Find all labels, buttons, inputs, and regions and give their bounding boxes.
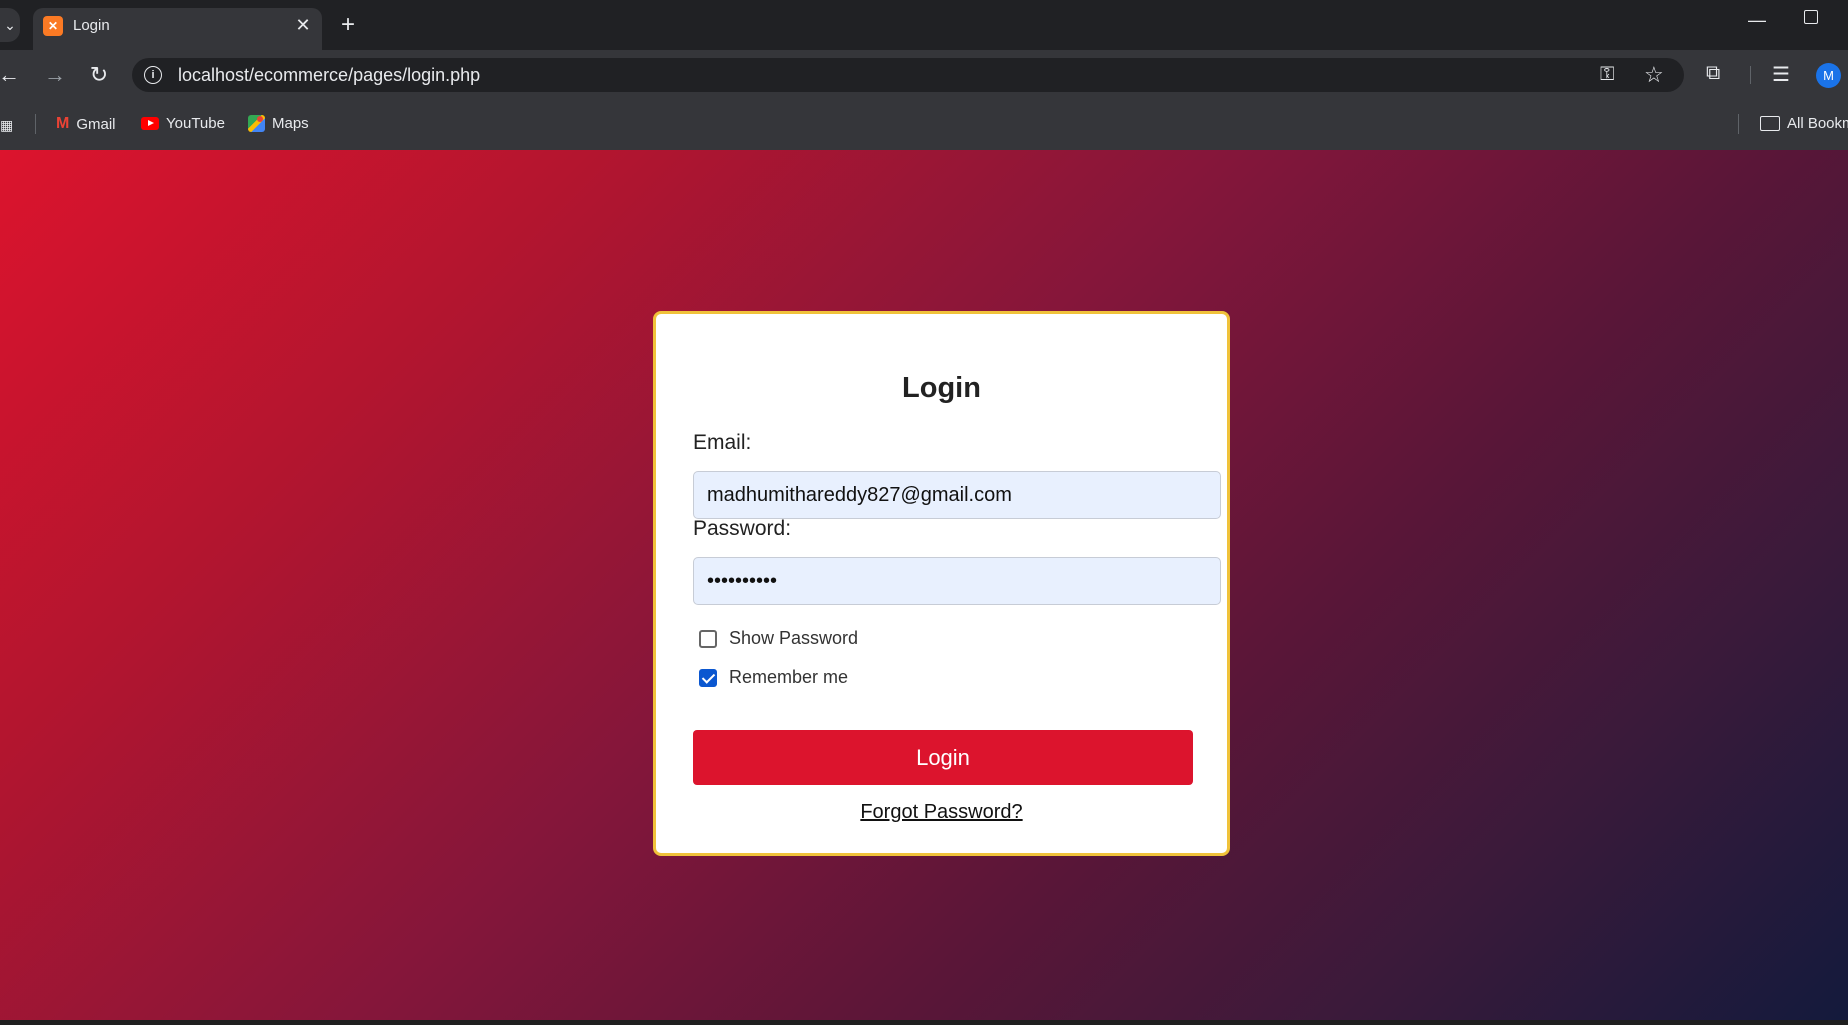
chevron-down-icon: ⌄	[4, 16, 16, 33]
remember-me-checkbox[interactable]	[699, 668, 717, 687]
avatar[interactable]: M	[1816, 63, 1841, 88]
bookmark-label: YouTube	[166, 115, 225, 132]
show-password-label: Show Password	[729, 628, 859, 648]
remember-me-row[interactable]: Remember me	[699, 667, 848, 688]
all-bookmarks-label: All Bookm	[1787, 115, 1848, 132]
address-bar[interactable]: i localhost/ecommerce/pages/login.php ⚿ …	[132, 58, 1684, 92]
xampp-favicon-icon: ✕	[43, 16, 63, 36]
new-tab-button[interactable]: +	[335, 12, 361, 38]
page-title: Login	[902, 372, 981, 404]
show-password-row[interactable]: Show Password	[699, 628, 858, 649]
browser-toolbar: ← → ↻ i localhost/ecommerce/pages/login.…	[0, 50, 1848, 100]
password-field[interactable]	[693, 557, 1221, 605]
forgot-password-link[interactable]: Forgot Password?	[656, 801, 1227, 824]
reload-button[interactable]: ↻	[86, 62, 112, 88]
login-card: Login Email: Password: Show Password Rem…	[653, 311, 1230, 856]
maps-icon	[248, 115, 265, 132]
info-icon[interactable]: i	[144, 66, 162, 84]
restore-icon[interactable]	[1804, 10, 1818, 24]
bookmark-label: Gmail	[76, 115, 116, 133]
bookmark-maps[interactable]: Maps	[248, 115, 309, 132]
close-icon[interactable]: ✕	[292, 14, 314, 36]
bookmarks-separator	[1738, 114, 1739, 134]
bookmark-label: Maps	[272, 115, 309, 132]
arrow-right-icon: →	[44, 62, 66, 87]
login-button[interactable]: Login	[693, 730, 1193, 785]
page-viewport: Login Email: Password: Show Password Rem…	[0, 150, 1848, 1025]
arrow-left-icon: ←	[0, 62, 20, 87]
tab-strip: ⌄ ✕ Login ✕ + —	[0, 0, 1848, 50]
star-icon[interactable]: ☆	[1644, 62, 1664, 88]
all-bookmarks-button[interactable]: All Bookm	[1760, 115, 1848, 132]
url-text[interactable]: localhost/ecommerce/pages/login.php	[178, 65, 480, 86]
show-password-checkbox[interactable]	[699, 629, 717, 648]
bookmark-youtube[interactable]: YouTube	[141, 115, 225, 132]
media-controls-icon[interactable]: ☰	[1772, 62, 1790, 87]
password-label: Password:	[693, 517, 792, 540]
tab-title: Login	[73, 17, 110, 34]
back-button[interactable]: ←	[0, 62, 22, 88]
folder-icon	[1760, 116, 1780, 131]
youtube-icon	[141, 117, 159, 130]
gmail-icon: M	[56, 115, 70, 132]
tab-login[interactable]: ✕ Login ✕	[33, 8, 322, 50]
email-field[interactable]	[693, 471, 1221, 519]
tab-search-button[interactable]: ⌄	[0, 8, 20, 42]
extensions-icon[interactable]: ⧉	[1706, 62, 1720, 85]
reload-icon: ↻	[89, 62, 109, 87]
minimize-icon[interactable]: —	[1748, 10, 1766, 31]
toolbar-divider	[1750, 66, 1751, 84]
bookmarks-bar: ▦ M Gmail YouTube Maps All Bookm	[0, 100, 1848, 150]
plus-icon: +	[340, 11, 355, 38]
apps-grid-icon[interactable]: ▦	[0, 116, 14, 134]
forward-button[interactable]: →	[42, 62, 68, 88]
bookmarks-separator	[35, 114, 36, 134]
window-bottom-edge	[0, 1020, 1848, 1025]
bookmark-gmail[interactable]: M Gmail	[56, 115, 116, 133]
key-icon[interactable]: ⚿	[1600, 64, 1614, 86]
remember-me-label: Remember me	[729, 667, 849, 687]
email-label: Email:	[693, 431, 752, 454]
